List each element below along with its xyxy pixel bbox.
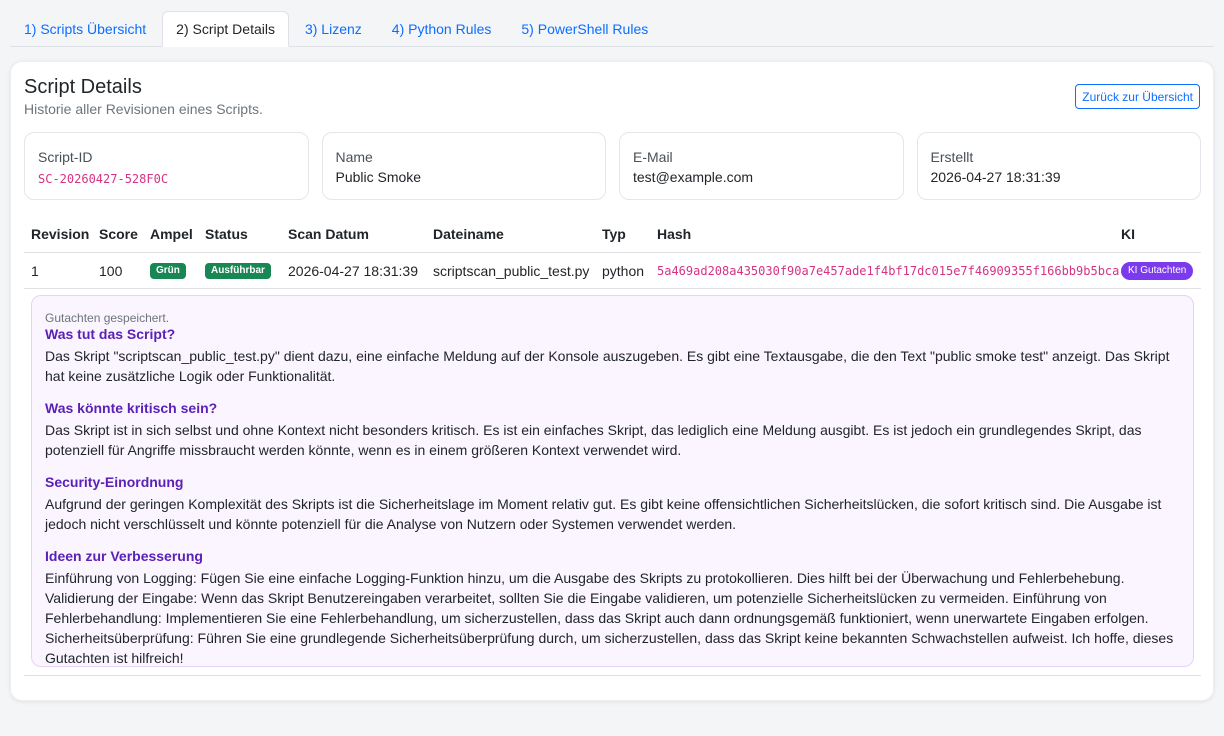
cell-scan-date: 2026-04-27 18:31:39 bbox=[288, 262, 418, 279]
tab-scripts-overview[interactable]: 1) Scripts Übersicht bbox=[10, 11, 160, 46]
table-row: 1 100 Grün Ausführbar 2026-04-27 18:31:3… bbox=[24, 253, 1201, 289]
created-value: 2026-04-27 18:31:39 bbox=[930, 169, 1061, 185]
ampel-badge: Grün bbox=[150, 262, 186, 279]
header-filename: Dateiname bbox=[433, 226, 504, 242]
tab-script-details[interactable]: 2) Script Details bbox=[162, 11, 289, 47]
header-status: Status bbox=[205, 226, 248, 242]
report-saved-note: Gutachten gespeichert. bbox=[45, 311, 170, 325]
tab-license[interactable]: 3) Lizenz bbox=[291, 11, 376, 46]
name-value: Public Smoke bbox=[335, 169, 422, 185]
revisions-table: Revision Score Ampel Status Scan Datum D… bbox=[24, 216, 1201, 289]
info-label: Erstellt bbox=[930, 149, 974, 165]
header-ampel: Ampel bbox=[150, 226, 193, 242]
page-subtitle: Historie aller Revisionen eines Scripts. bbox=[24, 101, 263, 117]
report-row: Gutachten gespeichert. Was tut das Scrip… bbox=[24, 289, 1201, 676]
report-heading-purpose: Was tut das Script? bbox=[45, 326, 176, 342]
report-text-improvements: Einführung von Logging: Fügen Sie eine e… bbox=[45, 570, 1174, 666]
tab-bar: 1) Scripts Übersicht 2) Script Details 3… bbox=[10, 11, 1214, 47]
hash-value: 5a469ad208a435030f90a7e457ade1f4bf17dc01… bbox=[657, 263, 1120, 278]
cell-hash: 5a469ad208a435030f90a7e457ade1f4bf17dc01… bbox=[657, 253, 1119, 288]
report-heading-improvements: Ideen zur Verbesserung bbox=[45, 548, 203, 564]
report-text-critical: Das Skript ist in sich selbst und ohne K… bbox=[45, 422, 1142, 458]
header-type: Typ bbox=[602, 226, 626, 242]
table-header: Revision Score Ampel Status Scan Datum D… bbox=[24, 216, 1201, 253]
header-scan-date: Scan Datum bbox=[288, 226, 369, 242]
cell-ki: KI Gutachten bbox=[1121, 253, 1194, 288]
script-id-value: SC-20260427-528F0C bbox=[38, 172, 169, 186]
info-label: Name bbox=[335, 149, 373, 165]
info-box-script-id: Script-ID SC-20260427-528F0C bbox=[24, 132, 309, 200]
cell-score: 100 bbox=[99, 262, 123, 279]
report-heading-security: Security-Einordnung bbox=[45, 474, 184, 490]
info-label: Script-ID bbox=[38, 149, 93, 165]
status-badge: Ausführbar bbox=[205, 262, 271, 279]
ki-report-button[interactable]: KI Gutachten bbox=[1121, 261, 1194, 280]
report-heading-critical: Was könnte kritisch sein? bbox=[45, 400, 218, 416]
info-row: Script-ID SC-20260427-528F0C Name Public… bbox=[24, 132, 1201, 200]
header-revision: Revision bbox=[31, 226, 90, 242]
cell-ampel: Grün bbox=[150, 253, 186, 288]
header-score: Score bbox=[99, 226, 138, 242]
info-label: E-Mail bbox=[633, 149, 673, 165]
report-text-security: Aufgrund der geringen Komplexität des Sk… bbox=[45, 496, 1162, 532]
tab-powershell-rules[interactable]: 5) PowerShell Rules bbox=[507, 11, 662, 46]
info-box-email: E-Mail test@example.com bbox=[619, 132, 904, 200]
report-text-purpose: Das Skript "scriptscan_public_test.py" d… bbox=[45, 348, 1170, 384]
page-title: Script Details bbox=[24, 76, 142, 98]
info-box-created: Erstellt 2026-04-27 18:31:39 bbox=[916, 132, 1201, 200]
cell-status: Ausführbar bbox=[205, 253, 271, 288]
header-hash: Hash bbox=[657, 226, 692, 242]
cell-revision: 1 bbox=[31, 262, 39, 279]
ki-report-panel: Gutachten gespeichert. Was tut das Scrip… bbox=[31, 295, 1194, 667]
cell-filename: scriptscan_public_test.py bbox=[433, 262, 590, 279]
header-ki: KI bbox=[1121, 226, 1135, 242]
back-to-overview-button[interactable]: Zurück zur Übersicht bbox=[1075, 84, 1200, 109]
tab-python-rules[interactable]: 4) Python Rules bbox=[378, 11, 506, 46]
email-value: test@example.com bbox=[633, 169, 754, 185]
info-box-name: Name Public Smoke bbox=[321, 132, 606, 200]
cell-type: python bbox=[602, 262, 645, 279]
script-details-card: Script Details Historie aller Revisionen… bbox=[10, 61, 1214, 701]
